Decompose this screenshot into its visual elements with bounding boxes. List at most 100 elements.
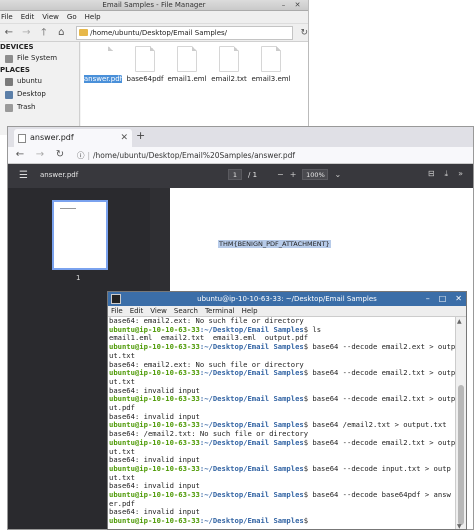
file-manager-window: Email Samples - File Manager – ✕ File Ed…	[0, 0, 309, 135]
tab-answer-pdf[interactable]: answer.pdf ✕	[14, 129, 132, 147]
reader-view-icon[interactable]: ⊟	[428, 169, 435, 179]
sidebar-item-label: ubuntu	[17, 77, 42, 85]
terminal-title: ubuntu@ip-10-10-63-33: ~/Desktop/Email S…	[197, 295, 377, 303]
chevron-down-icon[interactable]: ⌄	[334, 170, 341, 179]
command-text: $ base64 --decode input.txt > outp	[303, 463, 451, 473]
file-name: answer.pdf	[83, 75, 123, 83]
sidebar-item-desktop[interactable]: Desktop	[0, 88, 79, 101]
scrollbar-thumb[interactable]	[458, 385, 464, 525]
file-manager-menubar: File Edit View Go Help	[0, 11, 308, 24]
page-total: / 1	[248, 170, 258, 179]
file-item[interactable]: answer.pdf	[83, 46, 123, 83]
url-separator: |	[87, 150, 91, 160]
forward-arrow-icon[interactable]: →	[20, 26, 34, 40]
scroll-up-icon[interactable]: ▲	[457, 318, 462, 325]
menu-search[interactable]: Search	[174, 306, 198, 316]
zoom-out-icon[interactable]: −	[277, 170, 284, 179]
sidebar-item-trash[interactable]: Trash	[0, 101, 79, 114]
menu-edit[interactable]: Edit	[130, 306, 144, 316]
file-manager-toolbar: ← → 🡑 ⌂ /home/ubuntu/Desktop/Email Sampl…	[0, 24, 308, 42]
url-bar[interactable]: ⓘ | /home/ubuntu/Desktop/Email%20Samples…	[77, 150, 295, 161]
file-name: email2.txt	[211, 75, 247, 83]
file-name: email1.eml	[167, 75, 207, 83]
scroll-down-icon[interactable]: ▼	[457, 523, 462, 529]
pdf-right-tools: ⊟ ⤓ »	[428, 169, 463, 179]
menu-terminal[interactable]: Terminal	[205, 306, 235, 316]
terminal-command-line: ubuntu@ip-10-10-63-33:~/Desktop/Email Sa…	[109, 463, 456, 474]
download-icon[interactable]: ⤓	[445, 169, 449, 179]
zoom-select[interactable]: 100%	[302, 169, 329, 180]
back-arrow-icon[interactable]: ←	[2, 26, 16, 40]
reload-icon[interactable]: ↻	[300, 28, 308, 38]
sidebar-toggle-icon[interactable]: ☰	[19, 170, 28, 181]
location-bar[interactable]: /home/ubuntu/Desktop/Email Samples/	[76, 25, 294, 40]
terminal-command-line: ubuntu@ip-10-10-63-33:~/Desktop/Email Sa…	[109, 342, 456, 352]
forward-arrow-icon[interactable]: →	[33, 148, 47, 162]
drive-icon	[5, 54, 13, 63]
new-tab-plus-icon[interactable]: +	[136, 129, 145, 142]
terminal-output[interactable]: base64: email2.ext: No such file or dire…	[108, 317, 456, 529]
terminal-titlebar[interactable]: ubuntu@ip-10-10-63-33: ~/Desktop/Email S…	[108, 292, 466, 306]
close-icon[interactable]: ✕	[455, 292, 462, 306]
file-name: base64pdf	[126, 75, 164, 83]
page-thumbnail[interactable]	[52, 200, 108, 270]
prompt-user: ubuntu@ip-10-10-63-33	[109, 463, 200, 473]
reload-icon[interactable]: ↻	[53, 148, 67, 162]
terminal-scrollbar[interactable]: ▲ ▼	[455, 317, 466, 529]
minimize-icon[interactable]: –	[279, 1, 288, 10]
prompt-path: :~/Desktop/Email Samples	[199, 420, 304, 430]
sidebar-item-file-system[interactable]: File System	[0, 52, 79, 65]
menu-help[interactable]: Help	[242, 306, 258, 316]
sidebar-item-label: Trash	[17, 103, 36, 111]
terminal-command-line: ubuntu@ip-10-10-63-33:~/Desktop/Email Sa…	[109, 490, 456, 500]
menu-go[interactable]: Go	[67, 11, 77, 23]
command-text: $ base64 --decode email2.txt > outp	[303, 437, 456, 447]
home-icon[interactable]: ⌂	[55, 26, 69, 40]
minimize-icon[interactable]: –	[426, 292, 430, 306]
pdf-file-icon	[93, 46, 113, 72]
file-item[interactable]: email1.eml	[167, 46, 207, 83]
command-text: $ base64 --decode email2.txt > outp	[303, 394, 456, 404]
prompt-user: ubuntu@ip-10-10-63-33	[109, 368, 200, 378]
file-manager-sidebar: DEVICES File System PLACES ubuntu Deskto…	[0, 42, 80, 135]
close-tab-icon[interactable]: ✕	[120, 129, 128, 147]
terminal-command-line: ubuntu@ip-10-10-63-33:~/Desktop/Email Sa…	[109, 516, 456, 526]
menu-view[interactable]: View	[42, 11, 59, 23]
menu-view[interactable]: View	[150, 306, 167, 316]
page-number-input[interactable]: 1	[228, 169, 242, 180]
zoom-in-icon[interactable]: +	[290, 170, 297, 179]
parent-folder-arrow-icon[interactable]: 🡑	[37, 26, 51, 40]
maximize-icon[interactable]: □	[439, 292, 447, 306]
folder-icon	[79, 29, 89, 36]
command-text: $ base64 --decode email2.txt > outp	[303, 368, 456, 378]
prompt-user: ubuntu@ip-10-10-63-33	[109, 490, 200, 500]
file-item[interactable]: email3.eml	[251, 46, 291, 83]
trash-icon	[5, 103, 13, 112]
menu-edit[interactable]: Edit	[21, 11, 35, 23]
prompt-path: :~/Desktop/Email Samples	[199, 394, 304, 404]
page-info-icon[interactable]: ⓘ	[77, 150, 85, 161]
places-header: PLACES	[0, 66, 30, 74]
file-manager-titlebar[interactable]: Email Samples - File Manager – ✕	[0, 0, 308, 11]
menu-file[interactable]: File	[111, 306, 123, 316]
file-name: email3.eml	[251, 75, 291, 83]
window-controls: – □ ✕	[426, 292, 462, 306]
file-item[interactable]: email2.txt	[209, 46, 249, 83]
menu-help[interactable]: Help	[85, 11, 101, 23]
prompt-path: :~/Desktop/Email Samples	[199, 463, 304, 473]
prompt-user: ubuntu@ip-10-10-63-33	[109, 324, 200, 334]
prompt-path: :~/Desktop/Email Samples	[199, 437, 304, 447]
browser-navbar: ← → ↻ ⓘ | /home/ubuntu/Desktop/Email%20S…	[8, 147, 473, 164]
terminal-window: ubuntu@ip-10-10-63-33: ~/Desktop/Email S…	[107, 291, 467, 530]
pdf-selected-text[interactable]: THM{BENIGN_PDF_ATTACHMENT}	[218, 240, 331, 248]
sidebar-item-ubuntu[interactable]: ubuntu	[0, 75, 79, 88]
more-tools-icon[interactable]: »	[458, 169, 463, 179]
document-icon	[177, 46, 197, 72]
file-item[interactable]: base64pdf	[125, 46, 165, 83]
menu-file[interactable]: File	[1, 11, 13, 23]
command-text: $	[303, 516, 313, 526]
terminal-menubar: File Edit View Search Terminal Help	[108, 306, 466, 317]
close-icon[interactable]: ✕	[293, 1, 302, 10]
prompt-user: ubuntu@ip-10-10-63-33	[109, 420, 200, 430]
back-arrow-icon[interactable]: ←	[13, 148, 27, 162]
